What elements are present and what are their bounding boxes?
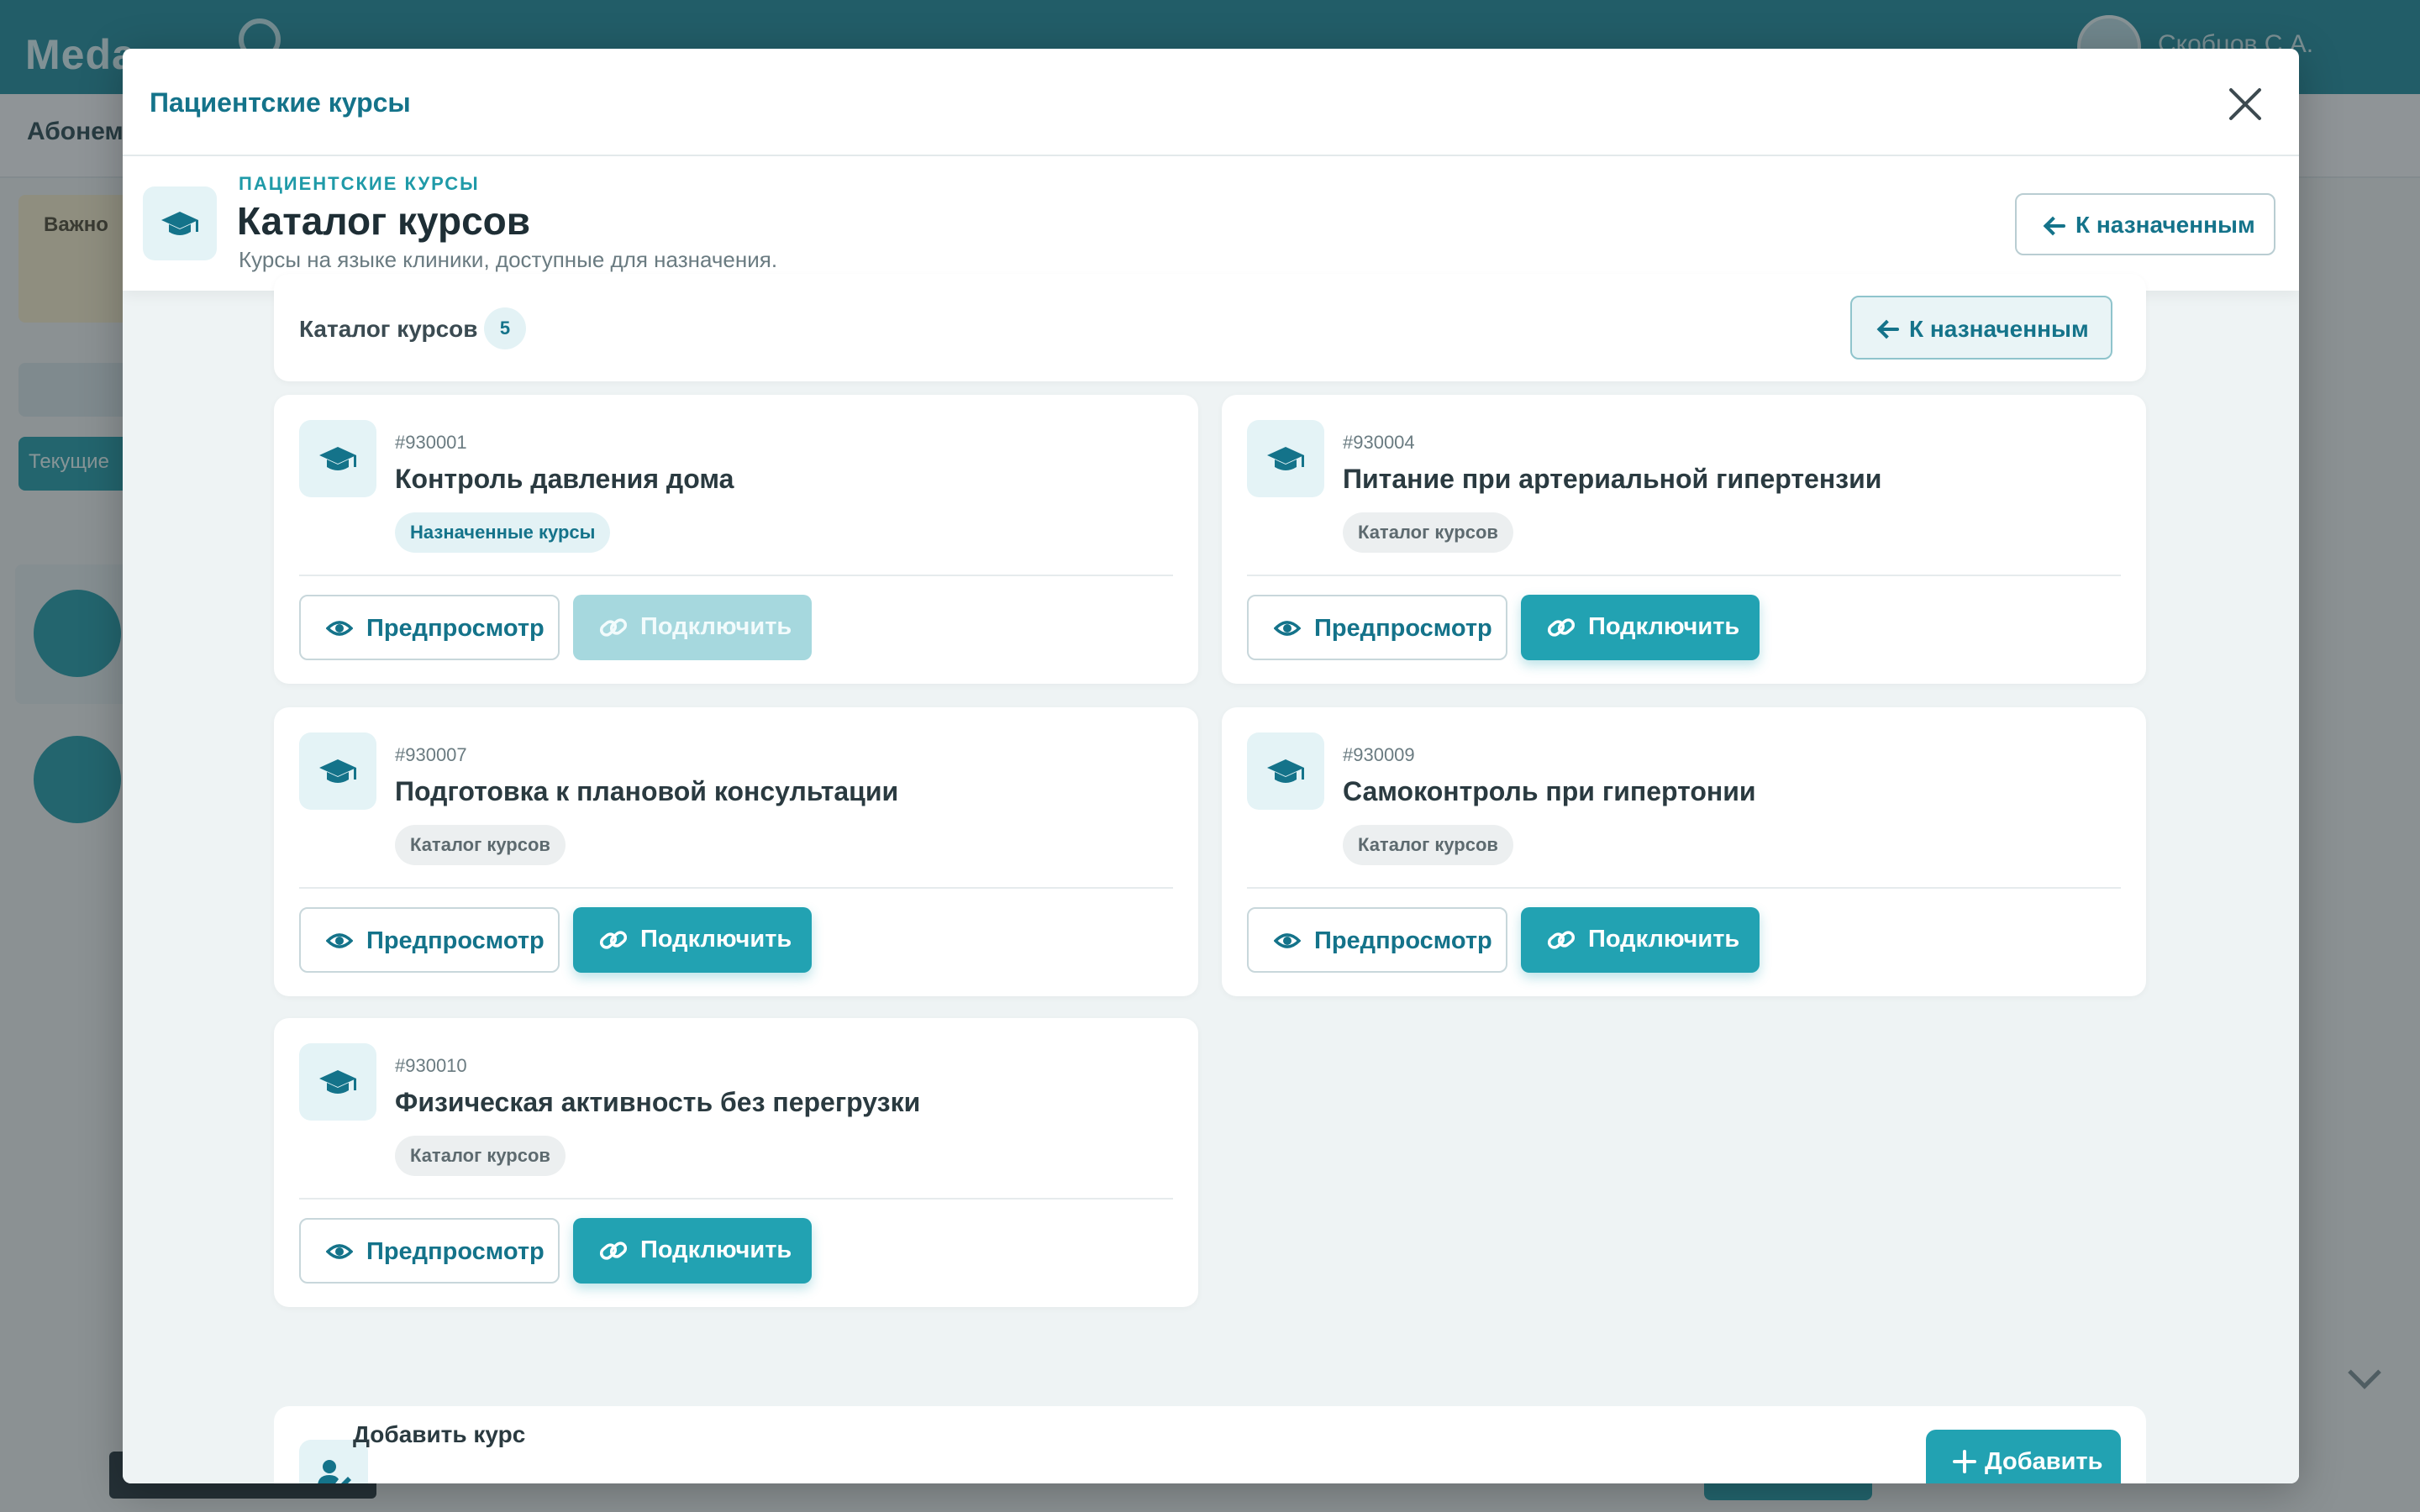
page-title: Каталог курсов	[237, 199, 531, 243]
eye-icon	[1273, 929, 1302, 953]
graduation-cap-icon	[1247, 420, 1324, 497]
preview-button[interactable]: Предпросмотр	[1247, 907, 1507, 973]
add-course-button[interactable]: Добавить	[1926, 1430, 2121, 1483]
link-icon	[598, 1236, 629, 1265]
catalog-back-label: К назначенным	[1909, 316, 2089, 342]
add-course-bar	[274, 1406, 2146, 1483]
preview-button-label: Предпросмотр	[1314, 927, 1492, 954]
back-button-label: К назначенным	[2075, 212, 2255, 238]
catalog-count-badge: 5	[484, 307, 526, 349]
preview-button[interactable]: Предпросмотр	[1247, 595, 1507, 660]
catalog-bar: Каталог курсов 5 К назначенным	[274, 274, 2146, 381]
plus-icon	[1953, 1450, 1976, 1473]
connect-button[interactable]: Подключить	[1521, 595, 1760, 660]
preview-button-label: Предпросмотр	[366, 615, 544, 642]
preview-button[interactable]: Предпросмотр	[299, 907, 560, 973]
card-divider	[299, 575, 1173, 576]
course-status-badge: Каталог курсов	[1343, 512, 1513, 553]
card-divider	[299, 1198, 1173, 1200]
card-divider	[299, 887, 1173, 889]
course-status-badge: Каталог курсов	[1343, 825, 1513, 865]
course-title: Самоконтроль при гипертонии	[1343, 776, 1756, 806]
course-status-badge: Назначенные курсы	[395, 512, 611, 553]
graduation-cap-icon	[299, 732, 376, 810]
connect-button: Подключить	[573, 595, 812, 660]
graduation-cap-icon	[299, 1043, 376, 1121]
graduation-cap-icon	[143, 186, 217, 260]
preview-button[interactable]: Предпросмотр	[299, 1218, 560, 1284]
page-subtitle: Курсы на языке клиники, доступные для на…	[239, 247, 778, 272]
course-card: #930001 Контроль давления дома Назначенные…	[274, 395, 1198, 684]
arrow-left-icon	[2044, 216, 2065, 236]
course-title: Контроль давления дома	[395, 464, 734, 494]
link-icon	[598, 613, 629, 642]
page-header: ПАЦИЕНТСКИЕ КУРСЫ Каталог курсов Курсы н…	[123, 156, 2299, 291]
course-status-badge: Каталог курсов	[395, 825, 566, 865]
add-course-label: Добавить курс	[353, 1421, 526, 1447]
preview-button-label: Предпросмотр	[366, 927, 544, 954]
course-id: #930009	[1343, 744, 1415, 765]
course-id: #930010	[395, 1055, 467, 1076]
link-icon	[1546, 613, 1576, 642]
eye-icon	[325, 617, 354, 640]
modal-header: Пациентские курсы	[123, 49, 2299, 156]
courses-modal: Пациентские курсы ПАЦИЕНТСКИЕ КУРСЫ Ката…	[123, 49, 2299, 1483]
catalog-label: Каталог курсов	[299, 316, 478, 342]
course-title: Физическая активность без перегрузки	[395, 1087, 921, 1117]
catalog-back-button[interactable]: К назначенным	[1850, 296, 2112, 360]
connect-button[interactable]: Подключить	[1521, 907, 1760, 973]
course-title: Питание при артериальной гипертензии	[1343, 464, 1882, 494]
modal-body: ПАЦИЕНТСКИЕ КУРСЫ Каталог курсов Курсы н…	[123, 156, 2299, 1483]
card-divider	[1247, 575, 2121, 576]
add-course-button-label: Добавить	[1985, 1448, 2103, 1475]
course-id: #930001	[395, 432, 467, 453]
connect-button-label: Подключить	[640, 613, 792, 640]
course-card: #930009 Самоконтроль при гипертонии Катало…	[1222, 707, 2146, 996]
connect-button-label: Подключить	[1588, 926, 1740, 953]
preview-button[interactable]: Предпросмотр	[299, 595, 560, 660]
arrow-left-icon	[1877, 319, 1899, 339]
course-id: #930007	[395, 744, 467, 765]
preview-button-label: Предпросмотр	[366, 1238, 544, 1265]
course-title: Подготовка к плановой консультации	[395, 776, 899, 806]
course-id: #930004	[1343, 432, 1415, 453]
course-status-badge: Каталог курсов	[395, 1136, 566, 1176]
eye-icon	[325, 929, 354, 953]
card-divider	[1247, 887, 2121, 889]
course-card: #930007 Подготовка к плановой консультаци…	[274, 707, 1198, 996]
link-icon	[598, 926, 629, 954]
close-icon[interactable]	[2223, 82, 2267, 126]
back-to-assigned-button[interactable]: К назначенным	[2015, 193, 2275, 255]
connect-button[interactable]: Подключить	[573, 907, 812, 973]
graduation-cap-icon	[299, 420, 376, 497]
course-card: #930010 Физическая активность без перегру…	[274, 1018, 1198, 1307]
modal-title: Пациентские курсы	[150, 87, 411, 118]
link-icon	[1546, 926, 1576, 954]
connect-button[interactable]: Подключить	[573, 1218, 812, 1284]
page-eyebrow: ПАЦИЕНТСКИЕ КУРСЫ	[239, 173, 480, 194]
preview-button-label: Предпросмотр	[1314, 615, 1492, 642]
eye-icon	[1273, 617, 1302, 640]
connect-button-label: Подключить	[1588, 613, 1740, 640]
connect-button-label: Подключить	[640, 1236, 792, 1263]
graduation-cap-icon	[1247, 732, 1324, 810]
course-card: #930004 Питание при артериальной гипертен…	[1222, 395, 2146, 684]
eye-icon	[325, 1240, 354, 1263]
connect-button-label: Подключить	[640, 926, 792, 953]
